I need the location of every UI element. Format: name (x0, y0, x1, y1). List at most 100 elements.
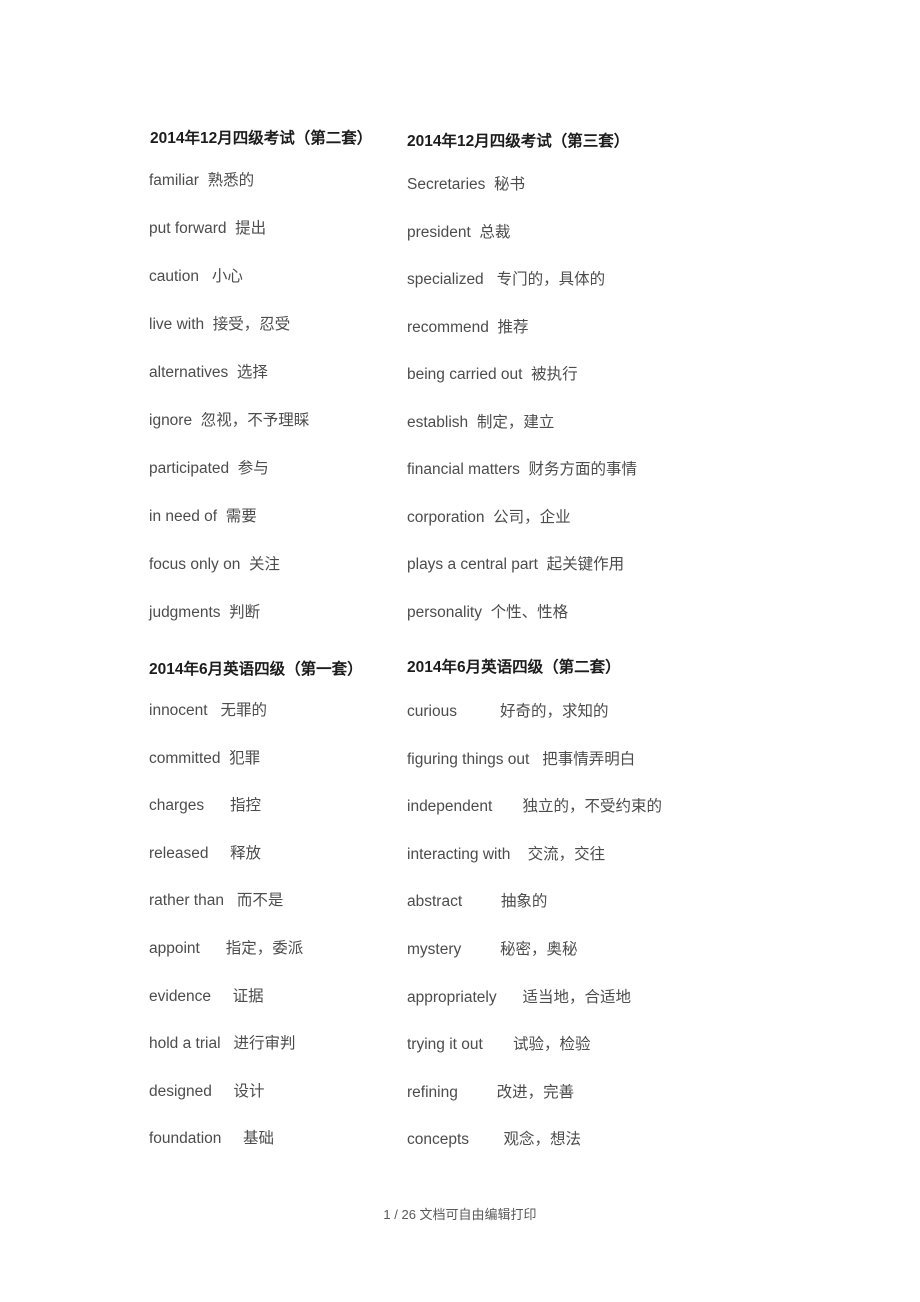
vocab-gap (457, 703, 500, 720)
vocab-term-en: live with (149, 316, 205, 333)
vocab-term-zh: 推荐 (497, 318, 529, 336)
vocab-term-zh: 需要 (225, 508, 257, 525)
entry-list-dec2014-set2: familiar 熟悉的 put forward 提出 caution 小心 live… (149, 170, 399, 650)
section-jun2014-set1: 2014年6月英语四级（第一套） innocent 无罪的 committed 犯… (149, 659, 399, 1176)
vocab-gap (485, 176, 494, 193)
vocab-term-zh: 参与 (237, 460, 269, 477)
vocab-term-en: committed (149, 749, 221, 767)
vocab-entry: familiar 熟悉的 (149, 170, 399, 218)
section-dec2014-set2: 2014年12月四级考试（第二套） familiar 熟悉的 put forwar… (149, 128, 399, 650)
entry-list-jun2014-set2: curious 好奇的，求知的 figuring things out 把事情弄明… (407, 701, 827, 1177)
vocab-gap (221, 604, 230, 621)
section-heading-dec2014-set2: 2014年12月四级考试（第二套） (150, 130, 373, 147)
vocab-entry: caution 小心 (149, 266, 399, 314)
vocab-entry: rather than 而不是 (149, 890, 399, 938)
vocab-term-zh: 个性、性格 (490, 603, 569, 621)
vocab-term-zh: 适当地，合适地 (522, 988, 631, 1006)
vocab-entry: corporation 公司，企业 (407, 507, 827, 555)
vocab-gap (228, 364, 237, 381)
vocab-term-zh: 基础 (242, 1130, 274, 1148)
vocab-term-zh: 改进，完善 (496, 1083, 575, 1101)
vocab-gap (538, 556, 547, 573)
vocab-entry: appropriately 适当地，合适地 (407, 987, 827, 1035)
vocab-term-en: financial matters (407, 461, 520, 478)
vocab-term-en: interacting with (407, 845, 511, 863)
vocab-gap (529, 751, 542, 768)
vocab-term-en: appoint (149, 939, 200, 957)
vocab-term-en: put forward (149, 220, 227, 237)
vocab-term-zh: 总裁 (479, 223, 511, 241)
vocab-gap (484, 271, 497, 288)
vocab-term-zh: 忽视，不予理睬 (200, 412, 310, 429)
vocab-term-en: familiar (149, 172, 199, 189)
vocab-gap (240, 556, 249, 573)
vocab-term-zh: 秘书 (494, 176, 526, 193)
vocab-term-zh: 设计 (233, 1082, 265, 1100)
vocab-entry: focus only on 关注 (149, 554, 399, 602)
vocab-gap (204, 316, 213, 333)
vocab-gap (211, 988, 233, 1005)
vocab-gap (192, 412, 201, 429)
vocab-term-en: foundation (149, 1130, 222, 1148)
vocab-term-en: concepts (407, 1131, 470, 1149)
vocab-term-zh: 接受，忍受 (212, 316, 291, 333)
vocab-entry: evidence 证据 (149, 986, 399, 1034)
vocab-term-zh: 而不是 (236, 892, 284, 910)
entry-list-dec2014-set3: Secretaries 秘书 president 总裁 specialized 专门… (407, 174, 827, 649)
vocab-gap (227, 220, 236, 237)
vocab-gap (221, 750, 230, 767)
vocab-term-zh: 选择 (236, 364, 268, 381)
vocab-term-zh: 进行审判 (233, 1035, 296, 1053)
vocab-entry: president 总裁 (407, 222, 827, 270)
vocab-entry: independent 独立的，不受约束的 (407, 796, 827, 844)
vocab-term-zh: 独立的，不受约束的 (522, 798, 663, 816)
vocab-gap (462, 893, 501, 910)
vocab-term-en: alternatives (149, 364, 229, 381)
vocab-term-zh: 专门的，具体的 (496, 271, 606, 288)
vocab-term-zh: 判断 (229, 604, 261, 621)
vocab-term-zh: 好奇的，求知的 (500, 703, 609, 720)
vocab-term-zh: 释放 (230, 844, 262, 862)
vocab-term-zh: 秘密，奥秘 (500, 940, 578, 958)
vocab-entry: mystery 秘密，奥秘 (407, 939, 827, 987)
section-heading-jun2014-set1: 2014年6月英语四级（第一套） (149, 661, 363, 678)
vocab-gap (497, 989, 523, 1006)
vocab-entry: Secretaries 秘书 (407, 174, 827, 222)
vocab-entry: committed 犯罪 (149, 748, 399, 796)
document-page: 2014年12月四级考试（第二套） familiar 熟悉的 put forwar… (0, 0, 920, 1302)
vocab-gap (217, 508, 226, 525)
vocab-term-zh: 小心 (211, 268, 243, 285)
vocab-term-zh: 交流，交往 (527, 845, 606, 863)
vocab-term-en: designed (149, 1082, 212, 1100)
vocab-term-zh: 把事情弄明白 (542, 750, 636, 768)
vocab-entry: live with 接受，忍受 (149, 314, 399, 362)
vocab-entry: designed 设计 (149, 1081, 399, 1129)
vocab-entry: refining 改进，完善 (407, 1082, 827, 1130)
vocab-term-en: judgments (149, 604, 221, 621)
vocab-term-zh: 起关键作用 (546, 556, 625, 573)
vocab-term-zh: 被执行 (531, 366, 578, 383)
vocab-term-en: rather than (149, 892, 224, 910)
vocab-entry: put forward 提出 (149, 218, 399, 266)
section-jun2014-set2: 2014年6月英语四级（第二套） curious 好奇的，求知的 figuring… (407, 657, 827, 1177)
vocab-term-en: charges (149, 797, 205, 815)
vocab-term-zh: 观念，想法 (503, 1131, 582, 1149)
vocab-term-en: hold a trial (149, 1035, 221, 1053)
vocab-term-zh: 熟悉的 (207, 172, 255, 189)
vocab-gap (522, 366, 531, 383)
vocab-entry: specialized 专门的，具体的 (407, 269, 827, 317)
vocab-term-en: evidence (149, 987, 212, 1005)
vocab-entry: ignore 忽视，不予理睬 (149, 410, 399, 458)
vocab-gap (208, 702, 221, 719)
vocab-term-zh: 证据 (232, 987, 264, 1005)
vocab-entry: participated 参与 (149, 458, 399, 506)
vocab-entry: recommend 推荐 (407, 317, 827, 365)
vocab-gap (485, 509, 494, 526)
vocab-entry: hold a trial 进行审判 (149, 1033, 399, 1081)
vocab-entry: figuring things out 把事情弄明白 (407, 749, 827, 797)
vocab-gap (221, 1130, 243, 1147)
vocab-term-en: specialized (407, 271, 484, 288)
vocab-term-zh: 提出 (235, 220, 267, 237)
vocab-term-zh: 无罪的 (220, 702, 268, 719)
vocab-entry: financial matters 财务方面的事情 (407, 459, 827, 507)
